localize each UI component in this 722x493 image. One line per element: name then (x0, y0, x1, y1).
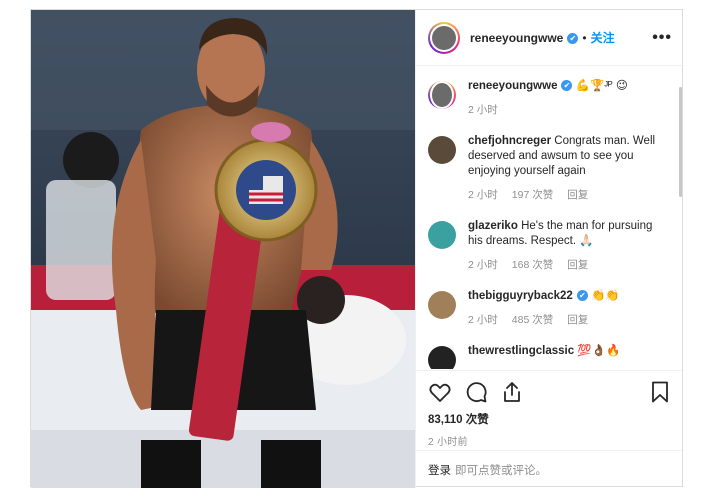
login-text: 即可点赞或评论。 (455, 464, 547, 477)
comment-likes[interactable]: 197 次赞 (512, 188, 553, 203)
comment-item: reneeyoungwwe ✔ 💪🏆ᴶᴾ 😉 2 小时 (428, 79, 672, 118)
login-prompt: 登录 即可点赞或评论。 (416, 450, 684, 488)
comment-item: thebigguyryback22 ✔ 👏👏 2 小时 485 次赞 回复 (428, 289, 672, 328)
comment-time: 2 小时 (468, 189, 498, 201)
separator-dot: • (582, 30, 587, 45)
verified-icon: ✔ (576, 290, 588, 301)
author-avatar[interactable] (428, 21, 460, 54)
follow-button[interactable]: 关注 (591, 29, 615, 46)
post-actions: 83,110 次赞 2 小时前 (416, 370, 684, 448)
comment-avatar[interactable] (428, 291, 456, 319)
reply-button[interactable]: 回复 (567, 258, 588, 273)
comment-username[interactable]: reneeyoungwwe (468, 80, 557, 92)
comment-text: 👏👏 (591, 290, 620, 302)
comment-avatar[interactable] (428, 346, 456, 369)
likes-count[interactable]: 83,110 次赞 (428, 411, 672, 427)
comment-item: chefjohncreger Congrats man. Well deserv… (428, 134, 672, 203)
reply-button[interactable]: 回复 (567, 313, 588, 328)
post-sidebar: reneeyoungwwe ✔ • 关注 ••• reneeyoungwwe ✔ 💪… (415, 10, 684, 488)
comment-username[interactable]: chefjohncreger (468, 135, 551, 147)
post-header: reneeyoungwwe ✔ • 关注 ••• (416, 10, 684, 66)
more-options-icon[interactable]: ••• (652, 29, 672, 47)
comment-text: 💪🏆ᴶᴾ 😉 (575, 80, 628, 92)
comment-item: glazeriko He's the man for pursuing his … (428, 219, 672, 273)
verified-icon: ✔ (567, 32, 579, 44)
comment-time: 2 小时 (468, 259, 498, 271)
post-photo[interactable] (31, 10, 415, 488)
bookmark-icon[interactable] (648, 380, 672, 404)
share-icon[interactable] (500, 380, 524, 404)
reply-button[interactable]: 回复 (567, 188, 588, 203)
comment-username[interactable]: thebigguyryback22 (468, 290, 573, 302)
comment-likes[interactable]: 485 次赞 (512, 313, 553, 328)
comment-avatar[interactable] (428, 136, 456, 164)
post-time: 2 小时前 (428, 437, 468, 448)
comment-time: 2 小时 (468, 104, 498, 116)
comments-scrollbar[interactable] (679, 87, 682, 197)
author-username[interactable]: reneeyoungwwe ✔ (470, 31, 579, 45)
comment-item: thewrestlingclassic 💯👌🏾🔥 (428, 344, 672, 369)
login-link[interactable]: 登录 (428, 462, 451, 478)
instagram-post: reneeyoungwwe ✔ • 关注 ••• reneeyoungwwe ✔ 💪… (30, 9, 684, 488)
comment-avatar[interactable] (428, 221, 456, 249)
verified-icon: ✔ (561, 80, 573, 91)
heart-icon[interactable] (428, 380, 452, 404)
comments-list[interactable]: reneeyoungwwe ✔ 💪🏆ᴶᴾ 😉 2 小时 chefjohncrege… (416, 67, 684, 369)
comment-username[interactable]: thewrestlingclassic (468, 345, 574, 357)
comment-avatar[interactable] (428, 81, 456, 109)
comment-time: 2 小时 (468, 314, 498, 326)
comment-text: 💯👌🏾🔥 (577, 345, 621, 357)
wrestler-photo (31, 10, 415, 488)
comment-username[interactable]: glazeriko (468, 220, 518, 232)
comment-likes[interactable]: 168 次赞 (512, 258, 553, 273)
comment-icon[interactable] (464, 380, 488, 404)
